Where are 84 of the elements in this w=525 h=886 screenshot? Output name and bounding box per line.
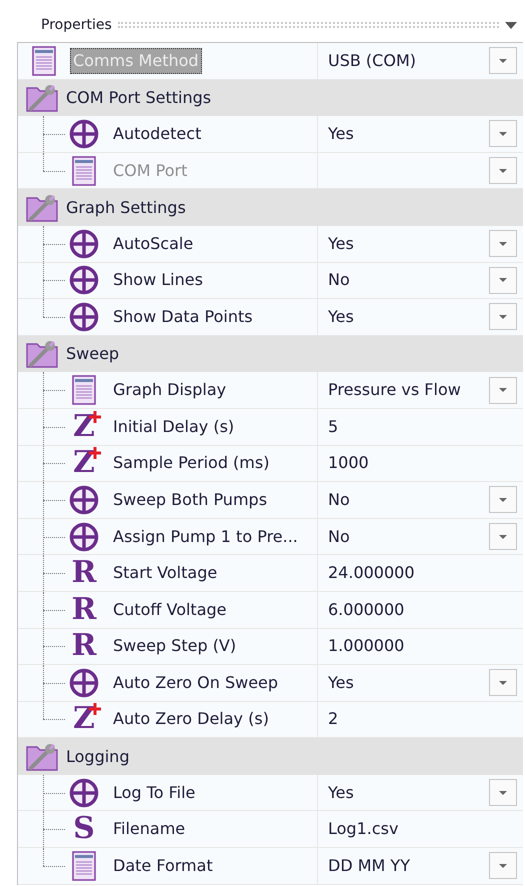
property-value[interactable]: 5 [328, 414, 517, 439]
caret-icon [499, 388, 507, 392]
property-value[interactable]: Yes [328, 122, 489, 146]
category-label[interactable]: COM Port Settings [66, 86, 212, 110]
caret-icon [499, 242, 507, 246]
category-label[interactable]: Graph Settings [66, 196, 186, 220]
dropdown-button[interactable] [489, 120, 517, 148]
property-value[interactable]: 1.000000 [328, 634, 517, 658]
dropdown-button[interactable] [489, 266, 517, 294]
property-label[interactable]: Auto Zero Delay (s) [110, 706, 272, 732]
document-icon [72, 375, 96, 406]
dropdown-button[interactable] [489, 376, 517, 404]
property-label[interactable]: Auto Zero On Sweep [110, 670, 282, 696]
property-value[interactable]: Yes [328, 670, 489, 695]
property-value[interactable]: 2 [328, 707, 517, 732]
dropdown-arrow-icon[interactable] [505, 22, 517, 28]
folder-wrench-icon [26, 194, 58, 222]
property-value[interactable]: Pressure vs Flow [328, 378, 489, 402]
property-label[interactable]: Filename [110, 816, 188, 842]
property-value[interactable]: DD MM YY [328, 854, 489, 878]
property-label[interactable]: Sweep Step (V) [110, 633, 240, 660]
dropdown-button[interactable] [489, 523, 517, 550]
document-icon [72, 850, 96, 881]
property-value[interactable]: No [328, 524, 489, 549]
property-value[interactable]: Log1.csv [328, 817, 517, 842]
s-letter-icon: S [73, 814, 95, 844]
property-label[interactable]: Cutoff Voltage [110, 596, 230, 623]
r-letter-icon: R [72, 631, 96, 662]
property-label[interactable]: Sample Period (ms) [110, 450, 272, 476]
property-label[interactable]: Graph Display [110, 377, 230, 404]
panel-title: Properties [41, 16, 112, 34]
caret-icon [499, 132, 507, 136]
r-letter-icon: R [72, 594, 96, 625]
caret-icon [499, 680, 507, 685]
dropdown-button[interactable] [489, 779, 517, 806]
property-value[interactable]: 6.000000 [328, 598, 517, 622]
circled-cross-icon [69, 668, 99, 698]
property-label[interactable]: Show Lines [110, 267, 206, 294]
property-label[interactable]: Sweep Both Pumps [110, 486, 270, 513]
folder-wrench-icon [26, 742, 58, 771]
circled-cross-icon [69, 118, 99, 149]
property-value[interactable]: Yes [328, 232, 489, 256]
property-label[interactable]: Start Voltage [110, 560, 220, 586]
category-label[interactable]: Sweep [66, 342, 120, 366]
circled-cross-icon [69, 484, 99, 515]
property-label[interactable]: Log To File [110, 780, 198, 806]
property-value[interactable]: Yes [328, 780, 489, 805]
document-icon [72, 156, 96, 186]
circled-cross-icon [69, 522, 99, 552]
dropdown-button[interactable] [489, 303, 517, 330]
folder-wrench-icon [26, 340, 58, 368]
caret-icon [499, 278, 507, 282]
property-label[interactable]: Assign Pump 1 to Pre... [110, 524, 301, 550]
circled-cross-icon [69, 228, 99, 259]
caret-icon [499, 864, 507, 868]
property-value[interactable]: Yes [328, 304, 489, 329]
property-value[interactable]: 24.000000 [328, 561, 517, 586]
property-value[interactable]: No [328, 268, 489, 292]
caret-icon [499, 790, 507, 795]
dropdown-button[interactable] [489, 47, 517, 74]
property-label[interactable]: Show Data Points [110, 304, 256, 330]
category-label[interactable]: Logging [66, 744, 130, 769]
caret-icon [499, 498, 507, 502]
caret-icon [499, 314, 507, 319]
folder-wrench-icon [26, 84, 58, 112]
caret-icon [499, 534, 507, 539]
r-letter-icon: R [72, 558, 96, 588]
property-label[interactable]: Initial Delay (s) [110, 414, 238, 440]
dropdown-button[interactable] [489, 486, 517, 514]
caret-icon [499, 168, 507, 173]
dropdown-button[interactable] [489, 669, 517, 696]
property-value[interactable]: 1000 [328, 451, 517, 476]
dropdown-button[interactable] [489, 852, 517, 880]
circled-cross-icon [69, 265, 99, 296]
property-label[interactable]: AutoScale [110, 230, 196, 257]
dropdown-button[interactable] [489, 230, 517, 258]
caret-icon [499, 58, 507, 63]
circled-cross-icon [69, 778, 99, 808]
property-label[interactable]: Autodetect [110, 120, 204, 147]
property-label[interactable]: Date Format [110, 852, 216, 879]
property-value[interactable]: USB (COM) [328, 48, 489, 73]
circled-cross-icon [69, 302, 99, 332]
document-icon [32, 46, 56, 76]
property-value[interactable]: No [328, 488, 489, 512]
